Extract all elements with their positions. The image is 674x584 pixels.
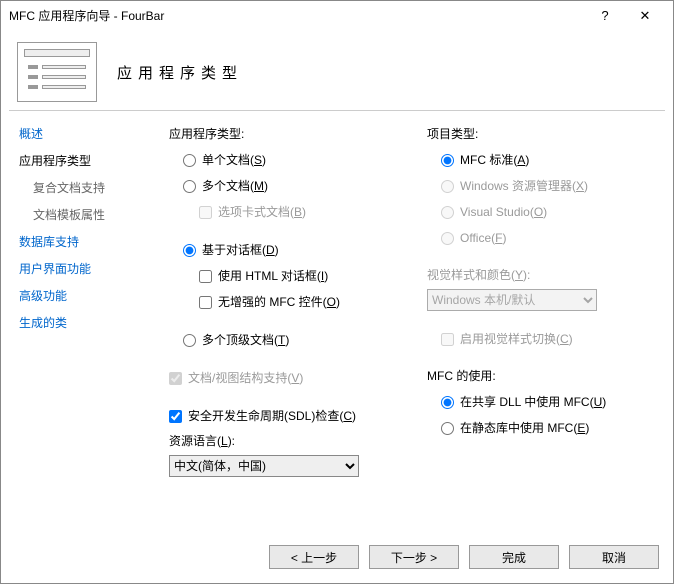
header-area: 应用程序类型 — [9, 30, 665, 110]
radio-multi-top[interactable]: 多个顶级文档(T) — [183, 330, 397, 350]
radio-static-lib-input[interactable] — [441, 422, 454, 435]
sidebar-item-apptype[interactable]: 应用程序类型 — [19, 152, 149, 169]
check-html-dialog[interactable]: 使用 HTML 对话框(I) — [199, 266, 397, 286]
radio-visual-studio: Visual Studio(O) — [441, 202, 655, 222]
sidebar-item-doctemplate[interactable]: 文档模板属性 — [33, 206, 149, 223]
radio-shared-dll[interactable]: 在共享 DLL 中使用 MFC(U) — [441, 392, 655, 412]
finish-button[interactable]: 完成 — [469, 545, 559, 569]
sidebar-item-ui[interactable]: 用户界面功能 — [19, 260, 149, 277]
check-enable-switch: 启用视觉样式切换(C) — [441, 329, 655, 349]
radio-multi-doc[interactable]: 多个文档(M) — [183, 176, 397, 196]
left-column: 应用程序类型: 单个文档(S) 多个文档(M) 选项卡式文档(B) — [169, 125, 397, 525]
help-button[interactable]: ? — [585, 8, 625, 23]
radio-shared-dll-input[interactable] — [441, 396, 454, 409]
radio-dialog-based[interactable]: 基于对话框(D) — [183, 240, 397, 260]
res-lang-select[interactable]: 中文(简体，中国) — [169, 455, 359, 477]
main-panel: 应用程序类型: 单个文档(S) 多个文档(M) 选项卡式文档(B) — [159, 111, 665, 535]
sidebar-item-compound[interactable]: 复合文档支持 — [33, 179, 149, 196]
radio-static-lib[interactable]: 在静态库中使用 MFC(E) — [441, 418, 655, 438]
visual-style-select: Windows 本机/默认 — [427, 289, 597, 311]
mfc-use-label: MFC 的使用: — [427, 367, 655, 384]
sidebar-item-advanced[interactable]: 高级功能 — [19, 287, 149, 304]
window-title: MFC 应用程序向导 - FourBar — [9, 7, 585, 24]
title-bar: MFC 应用程序向导 - FourBar ? ✕ — [1, 1, 673, 30]
sidebar-item-overview[interactable]: 概述 — [19, 125, 149, 142]
sidebar-item-db[interactable]: 数据库支持 — [19, 233, 149, 250]
radio-visual-studio-input — [441, 206, 454, 219]
close-button[interactable]: ✕ — [625, 8, 665, 24]
content-area: 应用程序类型 概述 应用程序类型 复合文档支持 文档模板属性 数据库支持 用户界… — [1, 30, 673, 535]
visual-style-label: 视觉样式和颜色(Y): — [427, 266, 655, 283]
prev-button[interactable]: < 上一步 — [269, 545, 359, 569]
check-no-enhanced-input[interactable] — [199, 296, 212, 309]
radio-office: Office(F) — [441, 228, 655, 248]
check-tabbed-doc-input — [199, 206, 212, 219]
apptype-label: 应用程序类型: — [169, 125, 397, 142]
check-docview-input — [169, 372, 182, 385]
check-sdl[interactable]: 安全开发生命周期(SDL)检查(C) — [169, 406, 397, 426]
check-html-dialog-input[interactable] — [199, 270, 212, 283]
check-sdl-input[interactable] — [169, 410, 182, 423]
page-title: 应用程序类型 — [117, 62, 243, 83]
body-area: 概述 应用程序类型 复合文档支持 文档模板属性 数据库支持 用户界面功能 高级功… — [9, 110, 665, 535]
check-tabbed-doc: 选项卡式文档(B) — [199, 202, 397, 222]
radio-mfc-std[interactable]: MFC 标准(A) — [441, 150, 655, 170]
projtype-label: 项目类型: — [427, 125, 655, 142]
wizard-icon — [17, 42, 97, 102]
radio-multi-top-input[interactable] — [183, 334, 196, 347]
radio-dialog-based-input[interactable] — [183, 244, 196, 257]
right-column: 项目类型: MFC 标准(A) Windows 资源管理器(X) Visual … — [427, 125, 655, 525]
radio-office-input — [441, 232, 454, 245]
button-bar: < 上一步 下一步 > 完成 取消 — [1, 535, 673, 583]
sidebar: 概述 应用程序类型 复合文档支持 文档模板属性 数据库支持 用户界面功能 高级功… — [9, 111, 159, 535]
check-docview: 文档/视图结构支持(V) — [169, 368, 397, 388]
radio-single-doc-input[interactable] — [183, 154, 196, 167]
radio-win-explorer: Windows 资源管理器(X) — [441, 176, 655, 196]
radio-multi-doc-input[interactable] — [183, 180, 196, 193]
wizard-window: MFC 应用程序向导 - FourBar ? ✕ 应用程序类型 概述 应用程序类… — [0, 0, 674, 584]
radio-mfc-std-input[interactable] — [441, 154, 454, 167]
radio-win-explorer-input — [441, 180, 454, 193]
next-button[interactable]: 下一步 > — [369, 545, 459, 569]
cancel-button[interactable]: 取消 — [569, 545, 659, 569]
sidebar-item-classes[interactable]: 生成的类 — [19, 314, 149, 331]
res-lang-label: 资源语言(L): — [169, 432, 397, 449]
check-no-enhanced[interactable]: 无增强的 MFC 控件(O) — [199, 292, 397, 312]
check-enable-switch-input — [441, 333, 454, 346]
radio-single-doc[interactable]: 单个文档(S) — [183, 150, 397, 170]
